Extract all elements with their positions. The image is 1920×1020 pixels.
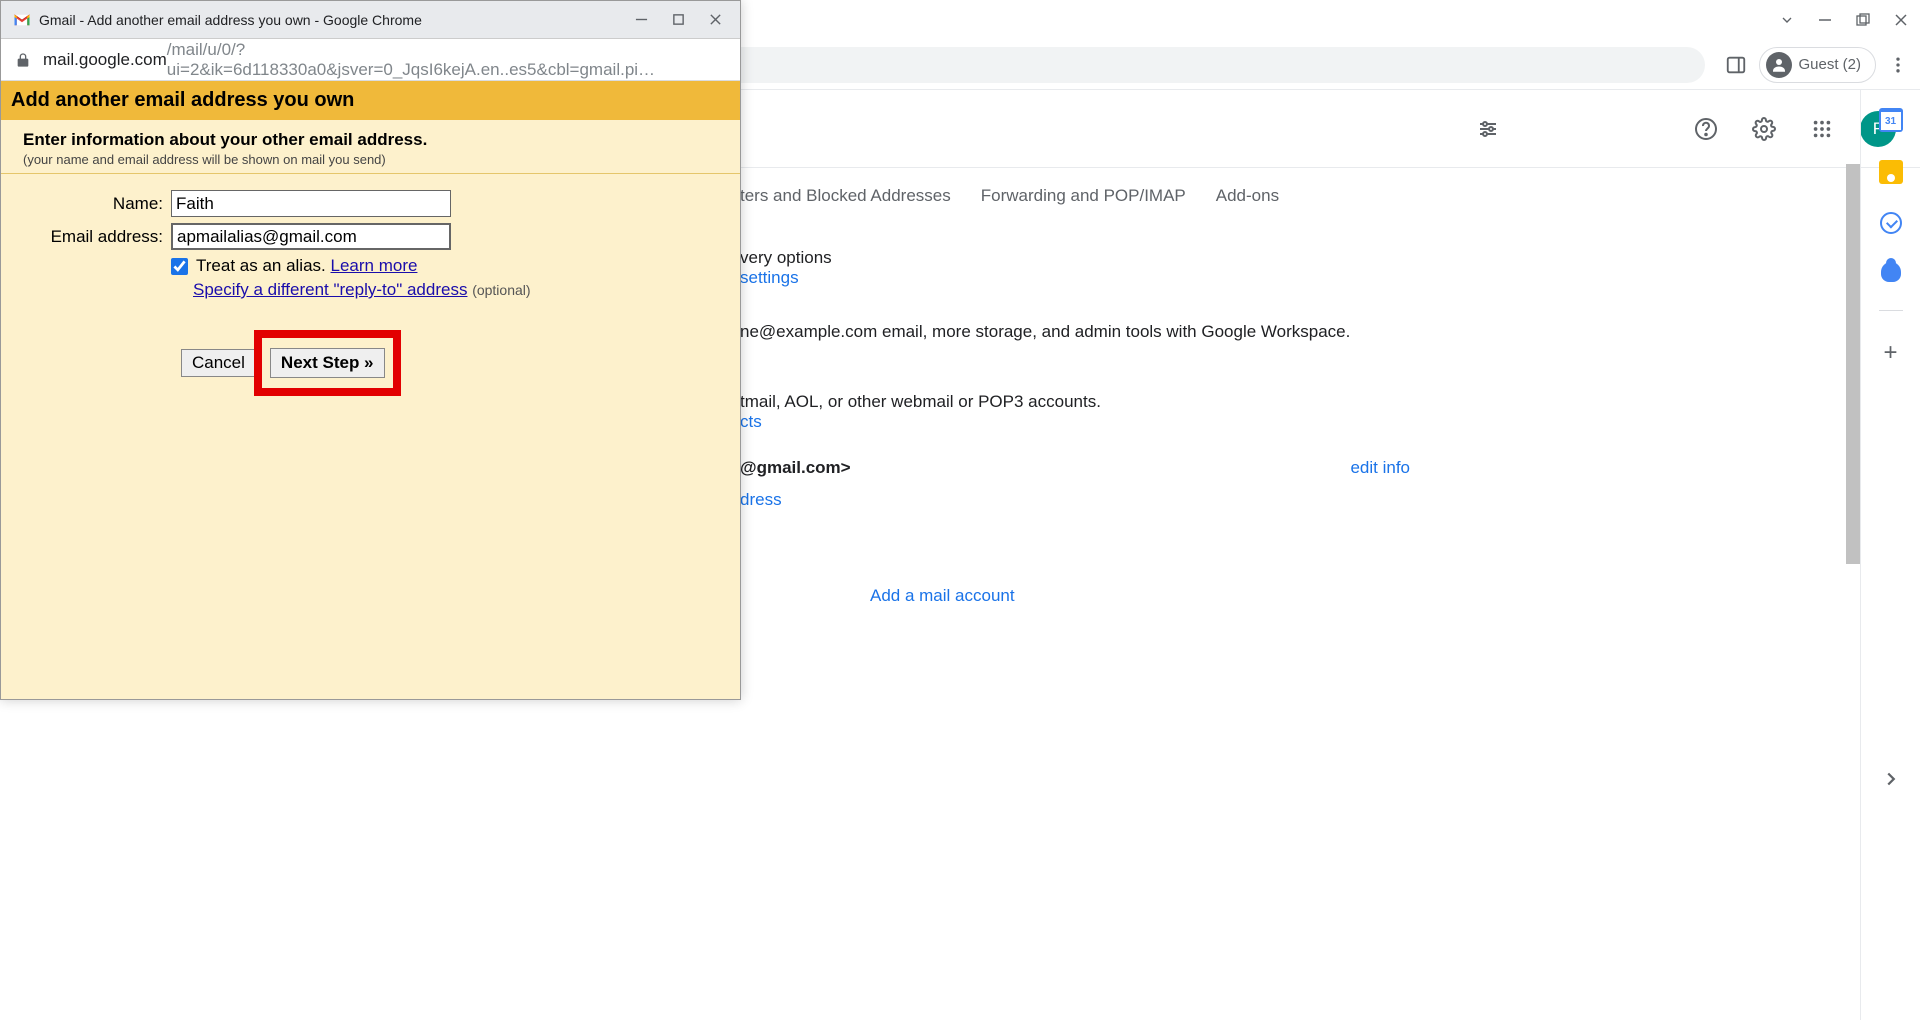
tab-addons[interactable]: Add-ons (1216, 186, 1279, 206)
google-side-panel: + (1860, 90, 1920, 1020)
edit-info-link[interactable]: edit info (1350, 458, 1410, 478)
add-mail-account-link[interactable]: Add a mail account (870, 586, 1015, 606)
search-options-icon[interactable] (1468, 109, 1508, 149)
popup-address-bar: mail.google.com/mail/u/0/?ui=2&ik=6d1183… (1, 39, 740, 81)
guest-avatar-icon (1766, 52, 1792, 78)
side-panel-icon[interactable] (1725, 54, 1747, 76)
name-label: Name: (21, 194, 171, 214)
tab-forwarding[interactable]: Forwarding and POP/IMAP (981, 186, 1186, 206)
alias-learn-more-link[interactable]: Learn more (331, 256, 418, 275)
contacts-icon[interactable] (1881, 262, 1901, 282)
scrollbar-thumb[interactable] (1846, 164, 1860, 564)
help-icon[interactable] (1686, 109, 1726, 149)
popup-window-title: Gmail - Add another email address you ow… (39, 12, 635, 28)
cancel-button[interactable]: Cancel (181, 349, 256, 377)
popup-maximize-icon[interactable] (672, 13, 685, 26)
lock-icon[interactable] (15, 52, 31, 68)
settings-gear-icon[interactable] (1744, 109, 1784, 149)
add-email-popup-window: Gmail - Add another email address you ow… (0, 0, 741, 700)
bg-win-close-icon[interactable] (1892, 11, 1910, 29)
popup-form: Name: Email address: Treat as an alias. … (1, 174, 740, 412)
tab-filters[interactable]: ters and Blocked Addresses (740, 186, 951, 206)
settings-link[interactable]: settings (740, 268, 1920, 288)
bg-win-maximize-icon[interactable] (1854, 11, 1872, 29)
workspace-text: ne@example.com email, more storage, and … (740, 322, 1920, 342)
popup-header: Add another email address you own (1, 81, 740, 120)
gmail-address-text: @gmail.com> (740, 458, 851, 478)
side-panel-divider (1879, 310, 1903, 311)
alias-checkbox[interactable] (171, 258, 188, 275)
popup-minimize-icon[interactable] (635, 13, 648, 26)
addons-plus-icon[interactable]: + (1883, 339, 1897, 367)
bg-win-chevron-down-icon[interactable] (1778, 11, 1796, 29)
email-input[interactable] (171, 223, 451, 250)
popup-info-subtext: (your name and email address will be sho… (23, 152, 718, 167)
bg-win-minimize-icon[interactable] (1816, 11, 1834, 29)
gmail-favicon-icon (13, 13, 31, 27)
next-step-button[interactable]: Next Step » (270, 348, 385, 378)
guest-label: Guest (2) (1798, 56, 1861, 73)
popup-info-heading: Enter information about your other email… (23, 130, 718, 150)
name-input[interactable] (171, 190, 451, 217)
bg-more-menu-icon[interactable] (1888, 55, 1908, 75)
reply-to-link[interactable]: Specify a different "reply-to" address (193, 280, 467, 299)
popup-close-icon[interactable] (709, 13, 722, 26)
webmail-text: tmail, AOL, or other webmail or POP3 acc… (740, 392, 1920, 412)
highlight-annotation: Next Step » (254, 330, 401, 396)
popup-titlebar: Gmail - Add another email address you ow… (1, 1, 740, 39)
calendar-icon[interactable] (1879, 108, 1903, 132)
popup-body: Add another email address you own Enter … (1, 81, 740, 699)
popup-url-path: /mail/u/0/?ui=2&ik=6d118330a0&jsver=0_Jq… (167, 40, 726, 80)
keep-icon[interactable] (1879, 160, 1903, 184)
cts-link[interactable]: cts (740, 412, 1920, 432)
tasks-icon[interactable] (1880, 212, 1902, 234)
address-link[interactable]: dress (740, 490, 1920, 510)
popup-url-host[interactable]: mail.google.com (43, 50, 167, 70)
delivery-options-text: very options (740, 248, 1920, 268)
guest-profile-chip[interactable]: Guest (2) (1759, 47, 1876, 83)
alias-label: Treat as an alias. Learn more (196, 256, 417, 276)
reply-to-optional: (optional) (472, 282, 530, 298)
popup-info-section: Enter information about your other email… (1, 120, 740, 174)
apps-grid-icon[interactable] (1802, 109, 1842, 149)
email-label: Email address: (21, 227, 171, 247)
